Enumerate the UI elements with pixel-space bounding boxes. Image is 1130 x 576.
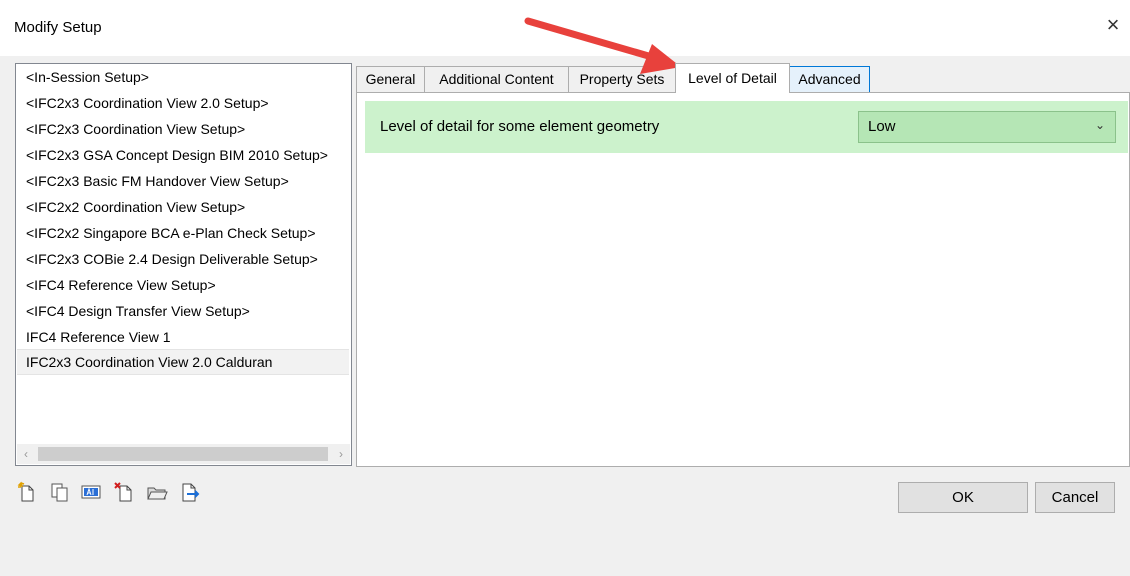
scrollbar-thumb[interactable] <box>38 447 328 461</box>
tab-additional-content[interactable]: Additional Content <box>424 66 569 92</box>
list-item-selected[interactable]: IFC2x3 Coordination View 2.0 Calduran <box>17 349 349 375</box>
title-bar: Modify Setup × <box>0 0 1130 56</box>
list-item[interactable]: <IFC2x2 Singapore BCA e-Plan Check Setup… <box>17 220 349 246</box>
horizontal-scrollbar[interactable]: ‹ › <box>17 444 350 464</box>
import-setup-icon[interactable] <box>146 481 168 503</box>
level-of-detail-row: Level of detail for some element geometr… <box>365 101 1128 153</box>
tab-general[interactable]: General <box>356 66 425 92</box>
level-of-detail-panel: Level of detail for some element geometr… <box>356 92 1130 467</box>
setup-list[interactable]: <In-Session Setup> <IFC2x3 Coordination … <box>15 63 352 466</box>
ok-button[interactable]: OK <box>898 482 1028 513</box>
list-item[interactable]: <IFC2x3 Basic FM Handover View Setup> <box>17 168 349 194</box>
chevron-down-icon: ⌄ <box>1094 118 1105 132</box>
list-item[interactable]: <IFC2x3 GSA Concept Design BIM 2010 Setu… <box>17 142 349 168</box>
list-item[interactable]: <IFC2x2 Coordination View Setup> <box>17 194 349 220</box>
list-item[interactable]: IFC4 Reference View 1 <box>17 324 349 350</box>
export-setup-icon[interactable] <box>179 481 201 503</box>
scroll-right-icon[interactable]: › <box>332 444 350 464</box>
window-title: Modify Setup <box>14 19 102 36</box>
rename-setup-icon[interactable] <box>80 481 102 503</box>
list-item[interactable]: <IFC4 Reference View Setup> <box>17 272 349 298</box>
duplicate-setup-icon[interactable] <box>49 481 71 503</box>
delete-setup-icon[interactable] <box>113 481 135 503</box>
level-of-detail-label: Level of detail for some element geometr… <box>380 118 660 135</box>
tab-level-of-detail[interactable]: Level of Detail <box>675 63 790 93</box>
tab-property-sets[interactable]: Property Sets <box>568 66 676 92</box>
list-item[interactable]: <IFC2x3 Coordination View 2.0 Setup> <box>17 90 349 116</box>
scroll-left-icon[interactable]: ‹ <box>17 444 35 464</box>
level-of-detail-dropdown[interactable]: Low ⌄ <box>858 111 1116 143</box>
list-item[interactable]: <IFC2x3 COBie 2.4 Design Deliverable Set… <box>17 246 349 272</box>
dropdown-value: Low <box>868 118 896 135</box>
list-item[interactable]: <IFC2x3 Coordination View Setup> <box>17 116 349 142</box>
tab-advanced[interactable]: Advanced <box>789 66 870 92</box>
close-icon[interactable]: × <box>1102 14 1124 36</box>
cancel-button[interactable]: Cancel <box>1035 482 1115 513</box>
new-setup-icon[interactable] <box>16 481 38 503</box>
list-item[interactable]: <In-Session Setup> <box>17 64 349 90</box>
list-item[interactable]: <IFC4 Design Transfer View Setup> <box>17 298 349 324</box>
